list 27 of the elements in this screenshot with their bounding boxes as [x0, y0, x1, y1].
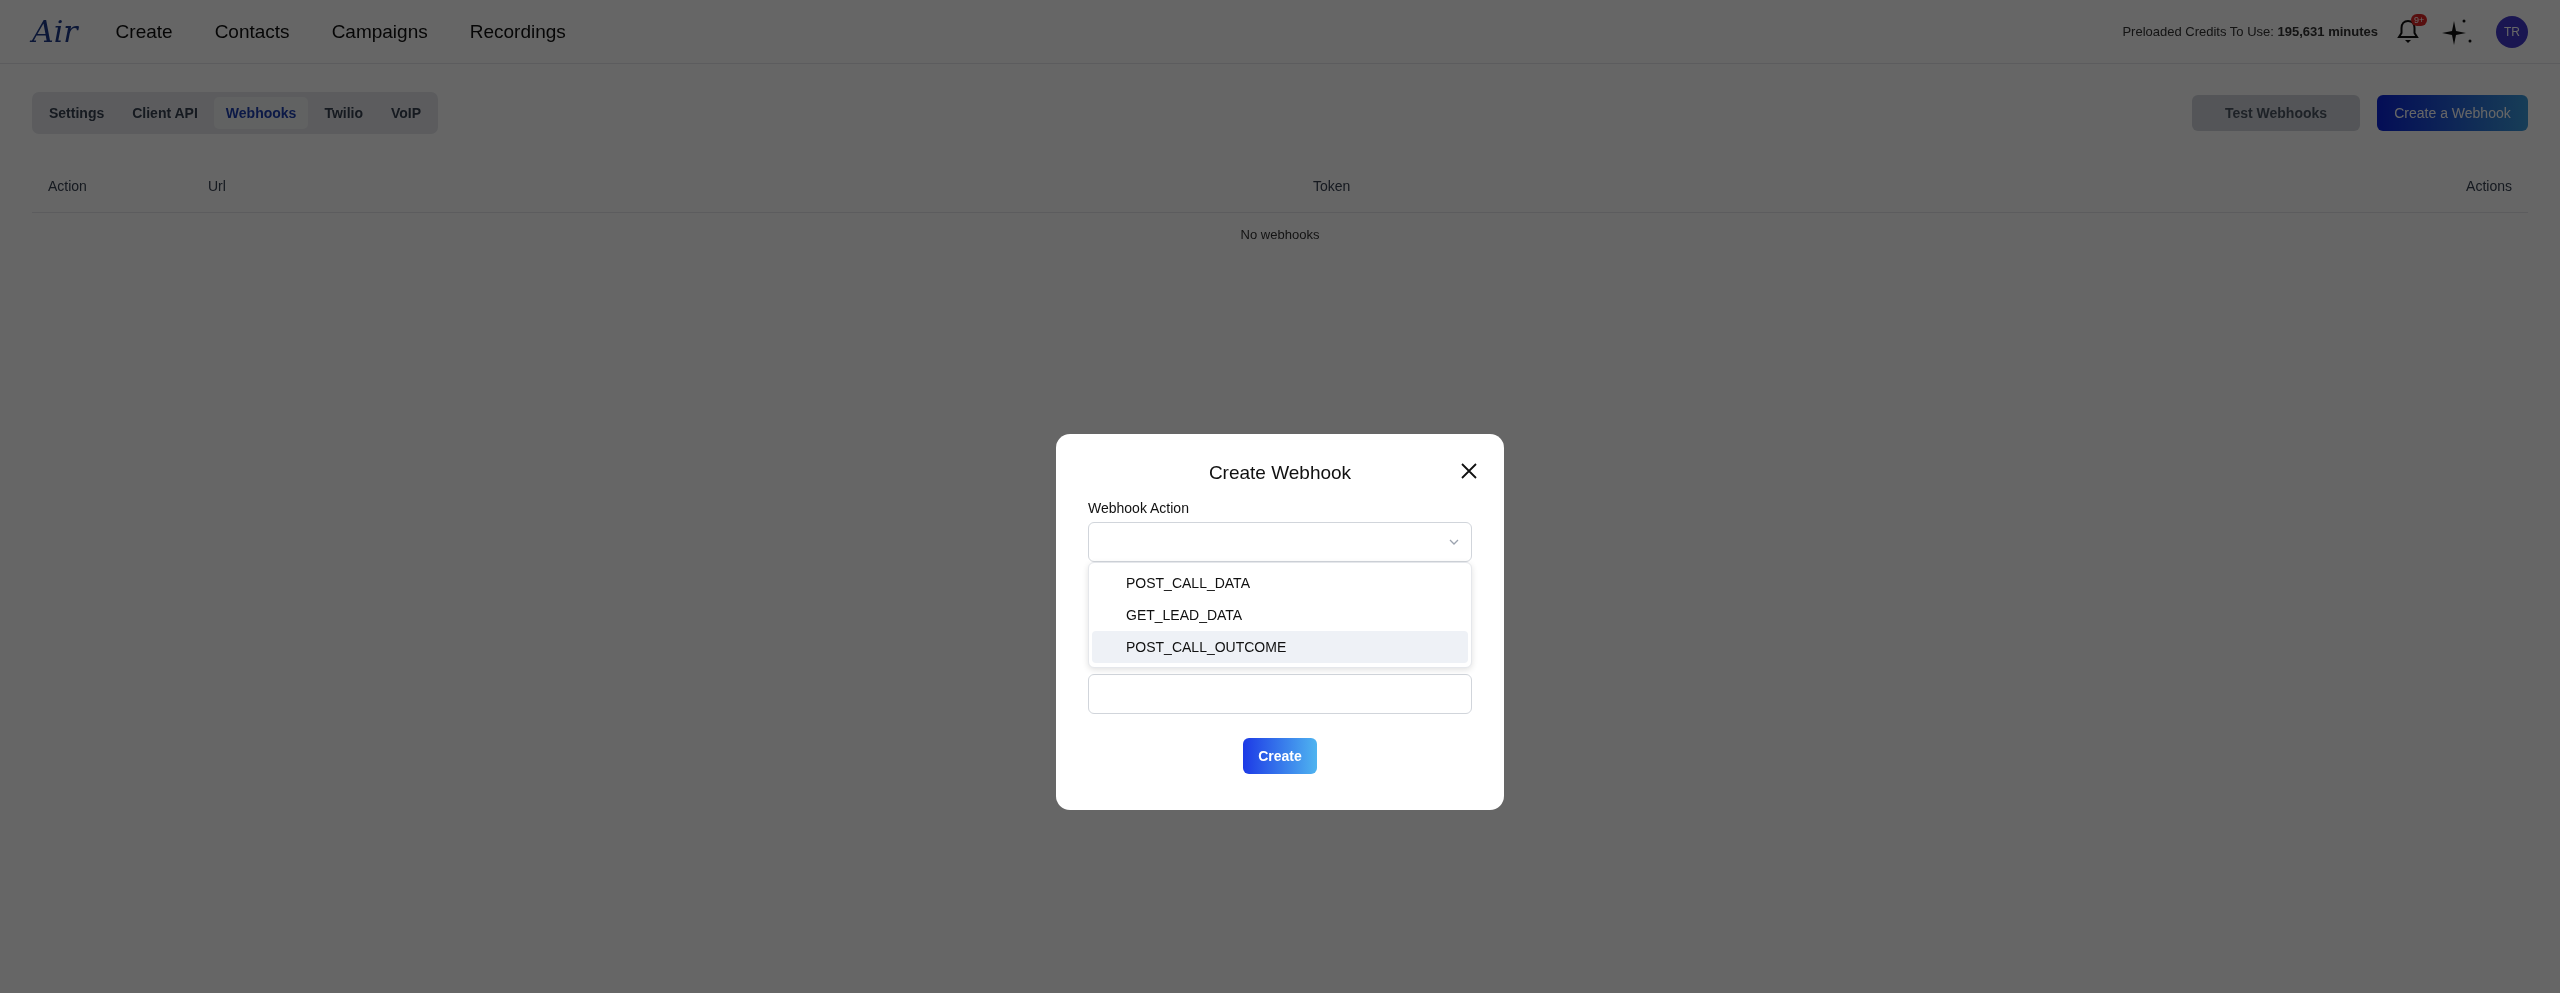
- tab[interactable]: Settings: [37, 97, 117, 129]
- create-button[interactable]: Create a Webhook: [2377, 95, 2528, 131]
- empty-message: No webhooks: [1240, 227, 1320, 242]
- notification-badge: 9+: [2411, 13, 2428, 26]
- column-header: Actions: [2466, 178, 2512, 194]
- tab[interactable]: VoIP: [379, 97, 434, 129]
- tab[interactable]: Twilio: [312, 97, 375, 129]
- chevron-icon: [1449, 539, 1459, 545]
- dropdown-option[interactable]: POST_CALL_OUTCOME: [1092, 631, 1468, 663]
- submit-button[interactable]: Create: [1243, 738, 1317, 774]
- column-header: Url: [208, 178, 227, 194]
- nav-link[interactable]: Contacts: [214, 20, 290, 43]
- credits-text: Preloaded Credits To Use: 195,631 minutes: [2122, 24, 2378, 39]
- token-field[interactable]: [1088, 674, 1472, 714]
- column-header: Token: [1313, 178, 1352, 194]
- nav-link[interactable]: Recordings: [469, 20, 566, 43]
- field-label: Webhook Action: [1088, 500, 1190, 516]
- nav-link[interactable]: Create: [115, 20, 173, 43]
- nav-link[interactable]: Campaigns: [331, 20, 428, 43]
- select-field[interactable]: [1088, 522, 1472, 562]
- tab[interactable]: Webhooks: [213, 97, 309, 129]
- avatar[interactable]: TR: [2496, 15, 2528, 48]
- dropdown-option[interactable]: GET_LEAD_DATA: [1092, 599, 1468, 631]
- dropdown-option[interactable]: POST_CALL_DATA: [1092, 567, 1468, 599]
- column-header: Action: [48, 178, 88, 194]
- modal-title: Create Webhook: [1207, 462, 1353, 484]
- tab[interactable]: Client API: [120, 97, 210, 129]
